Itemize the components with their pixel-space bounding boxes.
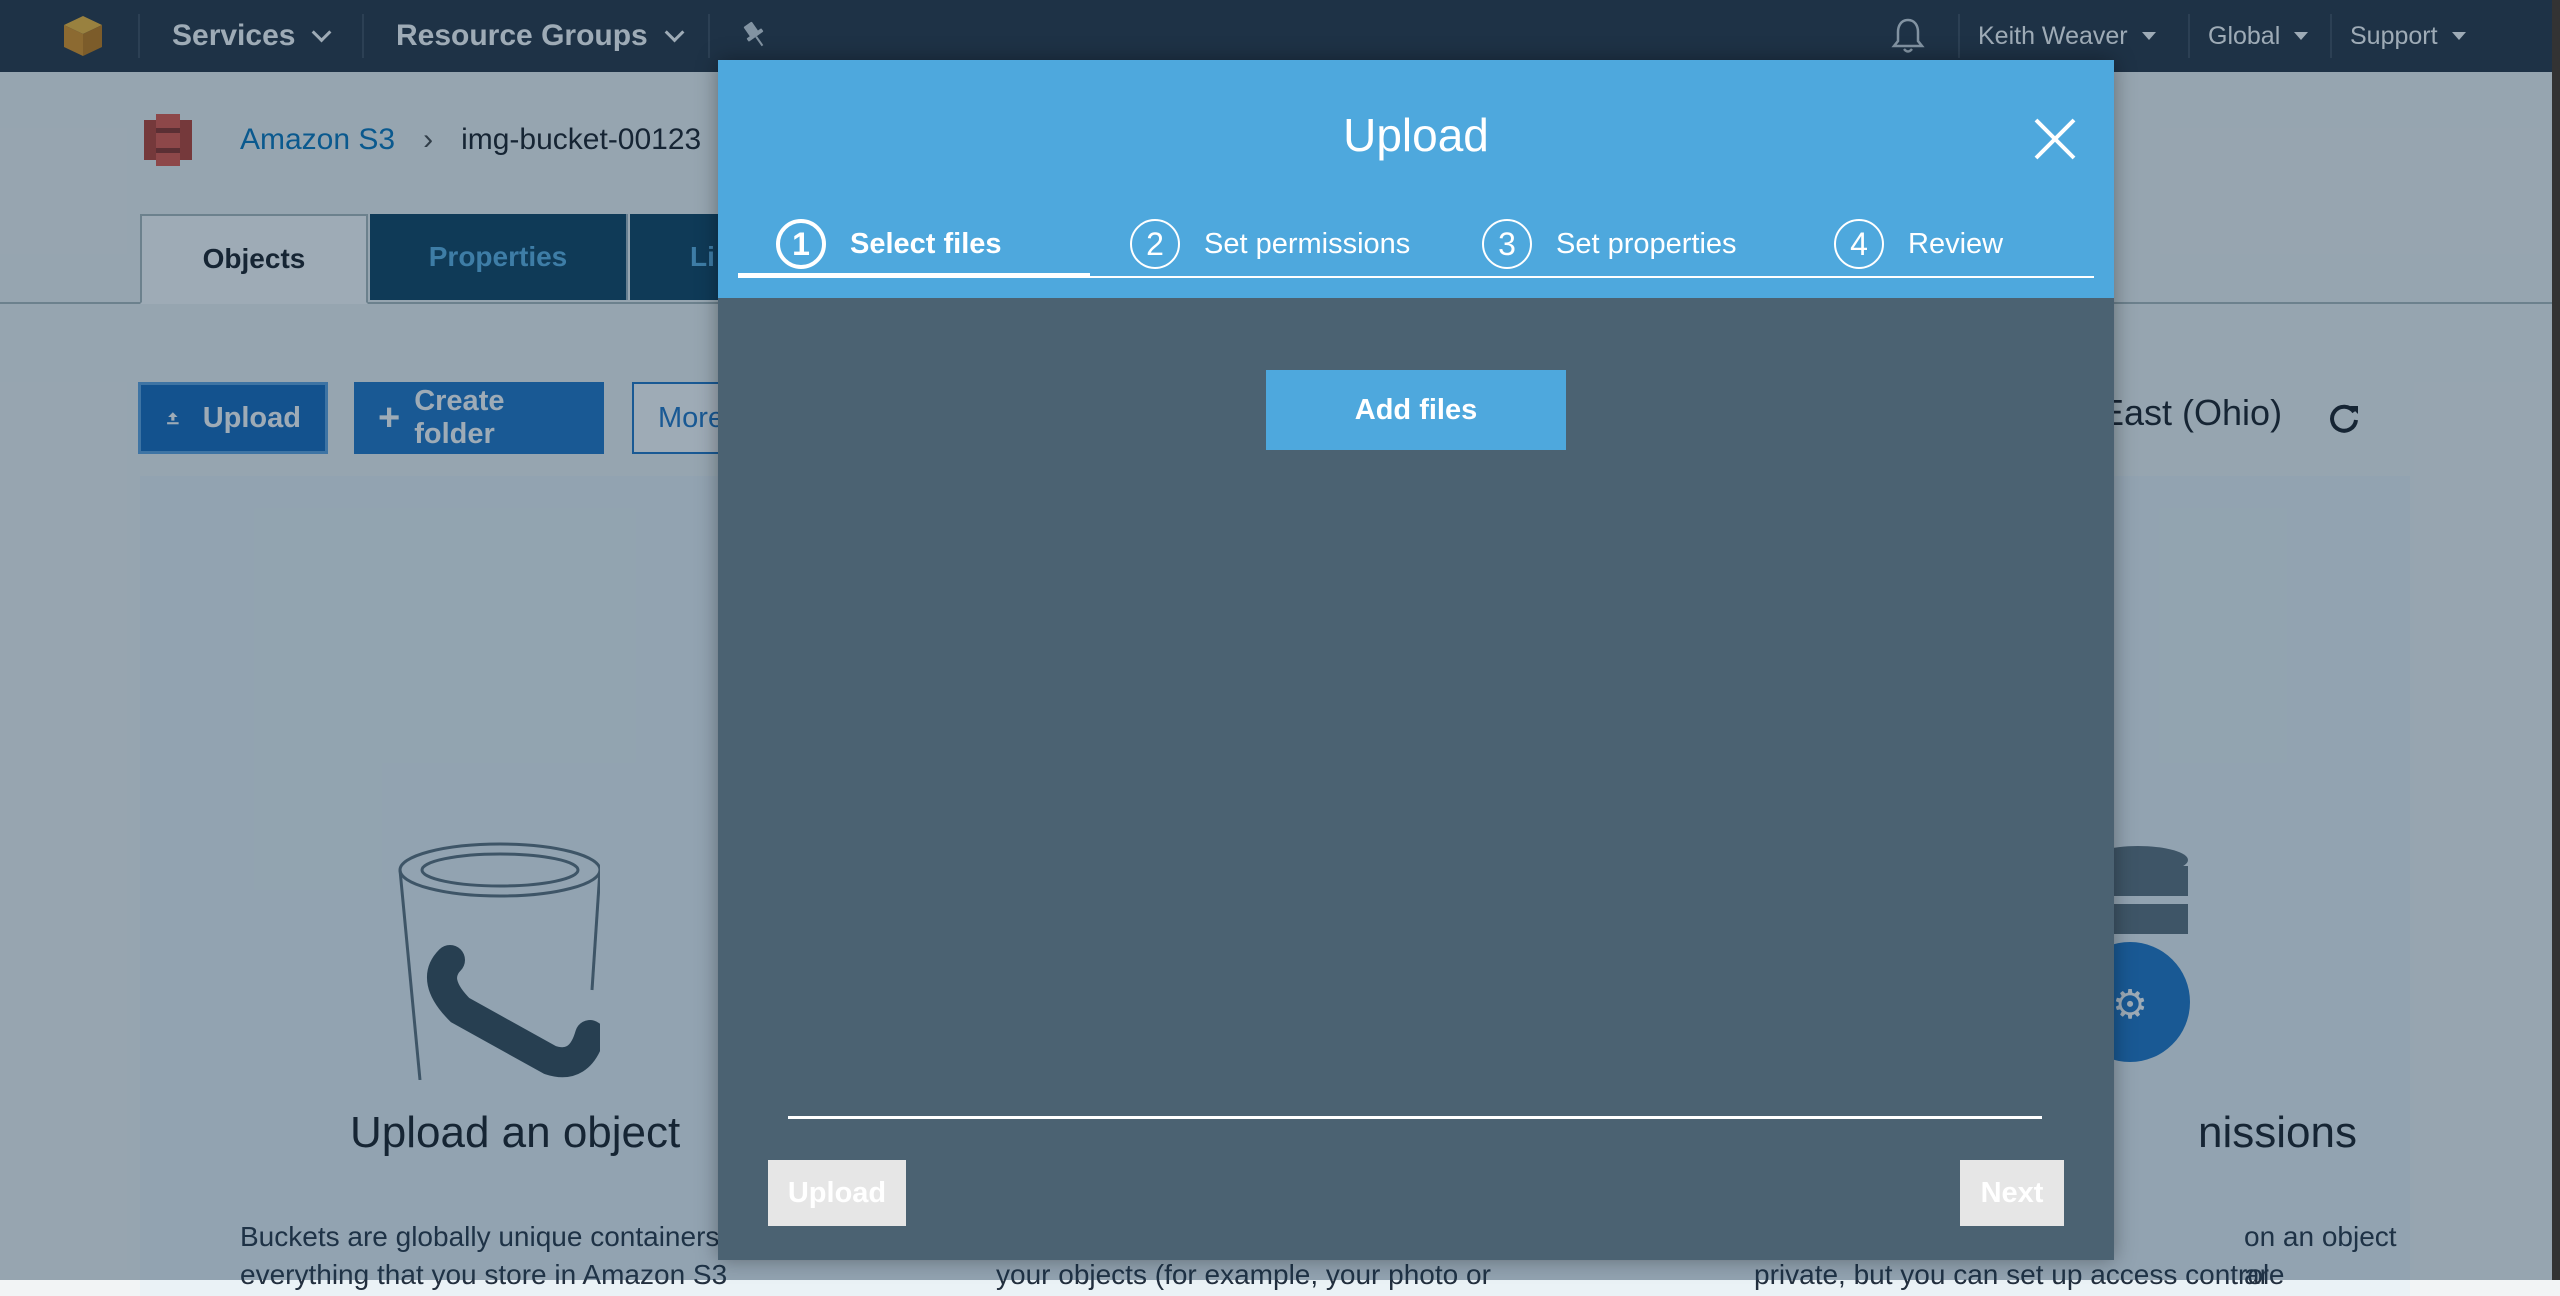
step-number: 4 [1834, 219, 1884, 269]
wizard-steps: 1 Select files 2 Set permissions 3 Set p… [738, 214, 2094, 298]
step-number: 2 [1130, 219, 1180, 269]
modal-header: Upload 1 Select files 2 Set permissions … [718, 60, 2114, 298]
close-icon[interactable] [2030, 114, 2080, 164]
step-label: Select files [850, 227, 1002, 260]
upload-modal: Upload 1 Select files 2 Set permissions … [718, 60, 2114, 1260]
step-label: Review [1908, 227, 2004, 260]
step-set-properties[interactable]: 3 Set properties [1482, 214, 1737, 274]
step-number: 1 [776, 219, 826, 269]
modal-next-button[interactable]: Next [1960, 1160, 2064, 1226]
drop-zone-divider [788, 1116, 2042, 1119]
add-files-button[interactable]: Add files [1266, 370, 1566, 450]
step-select-files[interactable]: 1 Select files [776, 214, 1002, 274]
active-step-indicator [738, 273, 1090, 278]
modal-title: Upload [1343, 109, 1489, 161]
step-set-permissions[interactable]: 2 Set permissions [1130, 214, 1410, 274]
step-review[interactable]: 4 Review [1834, 214, 2003, 274]
window-edge [2552, 0, 2560, 1280]
step-label: Set permissions [1204, 227, 1411, 260]
step-number: 3 [1482, 219, 1532, 269]
step-label: Set properties [1556, 227, 1737, 260]
modal-upload-button[interactable]: Upload [768, 1160, 906, 1226]
